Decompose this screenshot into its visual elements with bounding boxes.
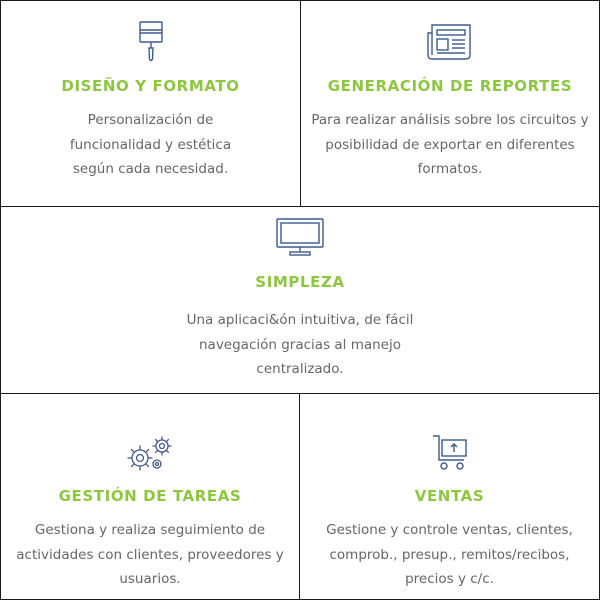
feature-title: GESTIÓN DE TAREAS bbox=[58, 487, 242, 505]
feature-card-tareas: GESTIÓN DE TAREAS Gestiona y realiza seg… bbox=[0, 393, 300, 600]
feature-title: GENERACIÓN DE REPORTES bbox=[327, 77, 573, 95]
feature-description: Para realizar análisis sobre los circuit… bbox=[311, 112, 589, 177]
feature-title: VENTAS bbox=[414, 487, 485, 505]
shopping-cart-icon bbox=[430, 432, 470, 476]
newspaper-icon bbox=[426, 23, 474, 65]
feature-description: Gestiona y realiza seguimiento de activi… bbox=[16, 522, 284, 587]
paint-brush-icon bbox=[138, 21, 164, 67]
feature-card-simpleza: SIMPLEZA Una aplicaci&ón intuitiva, de f… bbox=[0, 206, 600, 394]
feature-card-ventas: VENTAS Gestione y controle ventas, clien… bbox=[299, 393, 600, 600]
feature-title: DISEÑO Y FORMATO bbox=[61, 77, 240, 95]
feature-card-diseno: DISEÑO Y FORMATO Personalización de func… bbox=[0, 0, 301, 207]
features-grid: DISEÑO Y FORMATO Personalización de func… bbox=[0, 0, 600, 600]
feature-title: SIMPLEZA bbox=[255, 273, 345, 291]
feature-description: Una aplicaci&ón intuitiva, de fácil nave… bbox=[186, 312, 414, 377]
feature-description: Gestione y controle ventas, clientes, co… bbox=[326, 522, 573, 587]
gears-icon bbox=[124, 434, 176, 478]
feature-description: Personalización de funcionalidad y estét… bbox=[69, 112, 232, 177]
monitor-icon bbox=[275, 217, 325, 261]
feature-card-reportes: GENERACIÓN DE REPORTES Para realizar aná… bbox=[300, 0, 600, 207]
